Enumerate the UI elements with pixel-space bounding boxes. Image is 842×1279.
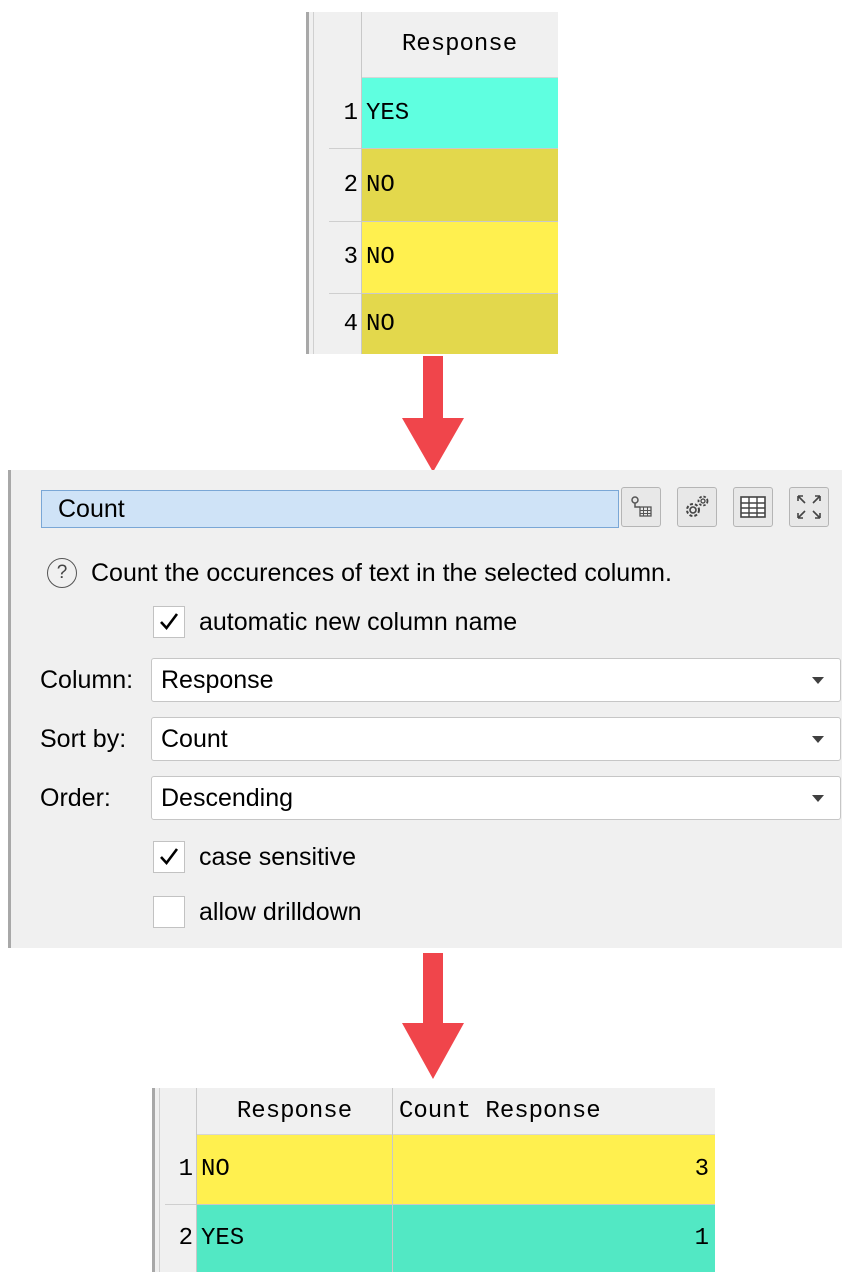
table-icon <box>740 496 766 518</box>
allow-drilldown-label: allow drilldown <box>199 897 362 926</box>
row-number: 2 <box>165 1205 196 1272</box>
table-cell[interactable]: NO <box>362 294 558 354</box>
settings-gears-icon <box>686 495 709 517</box>
properties-icon <box>631 496 652 517</box>
output-table: Response Count Response 1 NO 3 2 YES 1 <box>152 1088 715 1272</box>
order-dropdown-value: Descending <box>161 783 294 812</box>
table-frame-edge <box>313 12 314 354</box>
down-arrow-icon <box>402 356 464 472</box>
order-label: Order: <box>40 784 111 812</box>
chevron-down-icon <box>812 795 824 802</box>
column-label: Column: <box>40 666 134 694</box>
table-frame-edge <box>159 1088 160 1272</box>
sort-by-dropdown-value: Count <box>161 724 228 753</box>
transform-title-field[interactable]: Count <box>41 490 619 528</box>
table-cell[interactable]: NO <box>362 149 558 222</box>
column-dropdown-value: Response <box>161 665 274 694</box>
row-number: 4 <box>329 294 361 354</box>
maximize-icon <box>797 495 821 519</box>
row-number: 1 <box>329 78 361 149</box>
auto-name-option[interactable]: automatic new column name <box>153 606 517 638</box>
allow-drilldown-option[interactable]: allow drilldown <box>153 896 362 928</box>
input-table: Response 1 YES 2 NO 3 NO 4 NO <box>306 12 558 354</box>
maximize-button[interactable] <box>789 487 829 527</box>
auto-name-label: automatic new column name <box>199 607 518 636</box>
table-cell[interactable]: YES <box>362 78 558 149</box>
column-header-response[interactable]: Response <box>197 1088 392 1135</box>
down-arrow-icon <box>402 953 464 1079</box>
properties-button[interactable] <box>621 487 661 527</box>
auto-name-checkbox[interactable] <box>153 606 185 638</box>
row-number: 3 <box>329 222 361 294</box>
checkmark-icon <box>160 613 179 631</box>
sort-by-label: Sort by: <box>40 725 127 753</box>
case-sensitive-option[interactable]: case sensitive <box>153 841 356 873</box>
transform-description: ? Count the occurences of text in the se… <box>47 558 672 588</box>
case-sensitive-checkbox[interactable] <box>153 841 185 873</box>
row-number: 1 <box>165 1135 196 1205</box>
count-transform-panel: Count ? Count the occurences of text in … <box>8 470 842 948</box>
table-cell[interactable]: 3 <box>393 1135 715 1205</box>
checkmark-icon <box>160 848 179 866</box>
allow-drilldown-checkbox[interactable] <box>153 896 185 928</box>
sort-by-dropdown[interactable]: Count <box>151 717 841 761</box>
chevron-down-icon <box>812 736 824 743</box>
table-cell[interactable]: NO <box>197 1135 392 1205</box>
column-header-response[interactable]: Response <box>361 12 558 78</box>
order-dropdown[interactable]: Descending <box>151 776 841 820</box>
table-view-button[interactable] <box>733 487 773 527</box>
column-dropdown[interactable]: Response <box>151 658 841 702</box>
table-cell[interactable]: 1 <box>393 1205 715 1272</box>
table-cell[interactable]: NO <box>362 222 558 294</box>
case-sensitive-label: case sensitive <box>199 842 357 871</box>
description-text: Count the occurences of text in the sele… <box>91 558 672 587</box>
column-header-count-response[interactable]: Count Response <box>393 1088 715 1135</box>
row-number: 2 <box>329 149 361 222</box>
table-cell[interactable]: YES <box>197 1205 392 1272</box>
chevron-down-icon <box>812 677 824 684</box>
help-icon[interactable]: ? <box>47 558 77 588</box>
settings-button[interactable] <box>677 487 717 527</box>
